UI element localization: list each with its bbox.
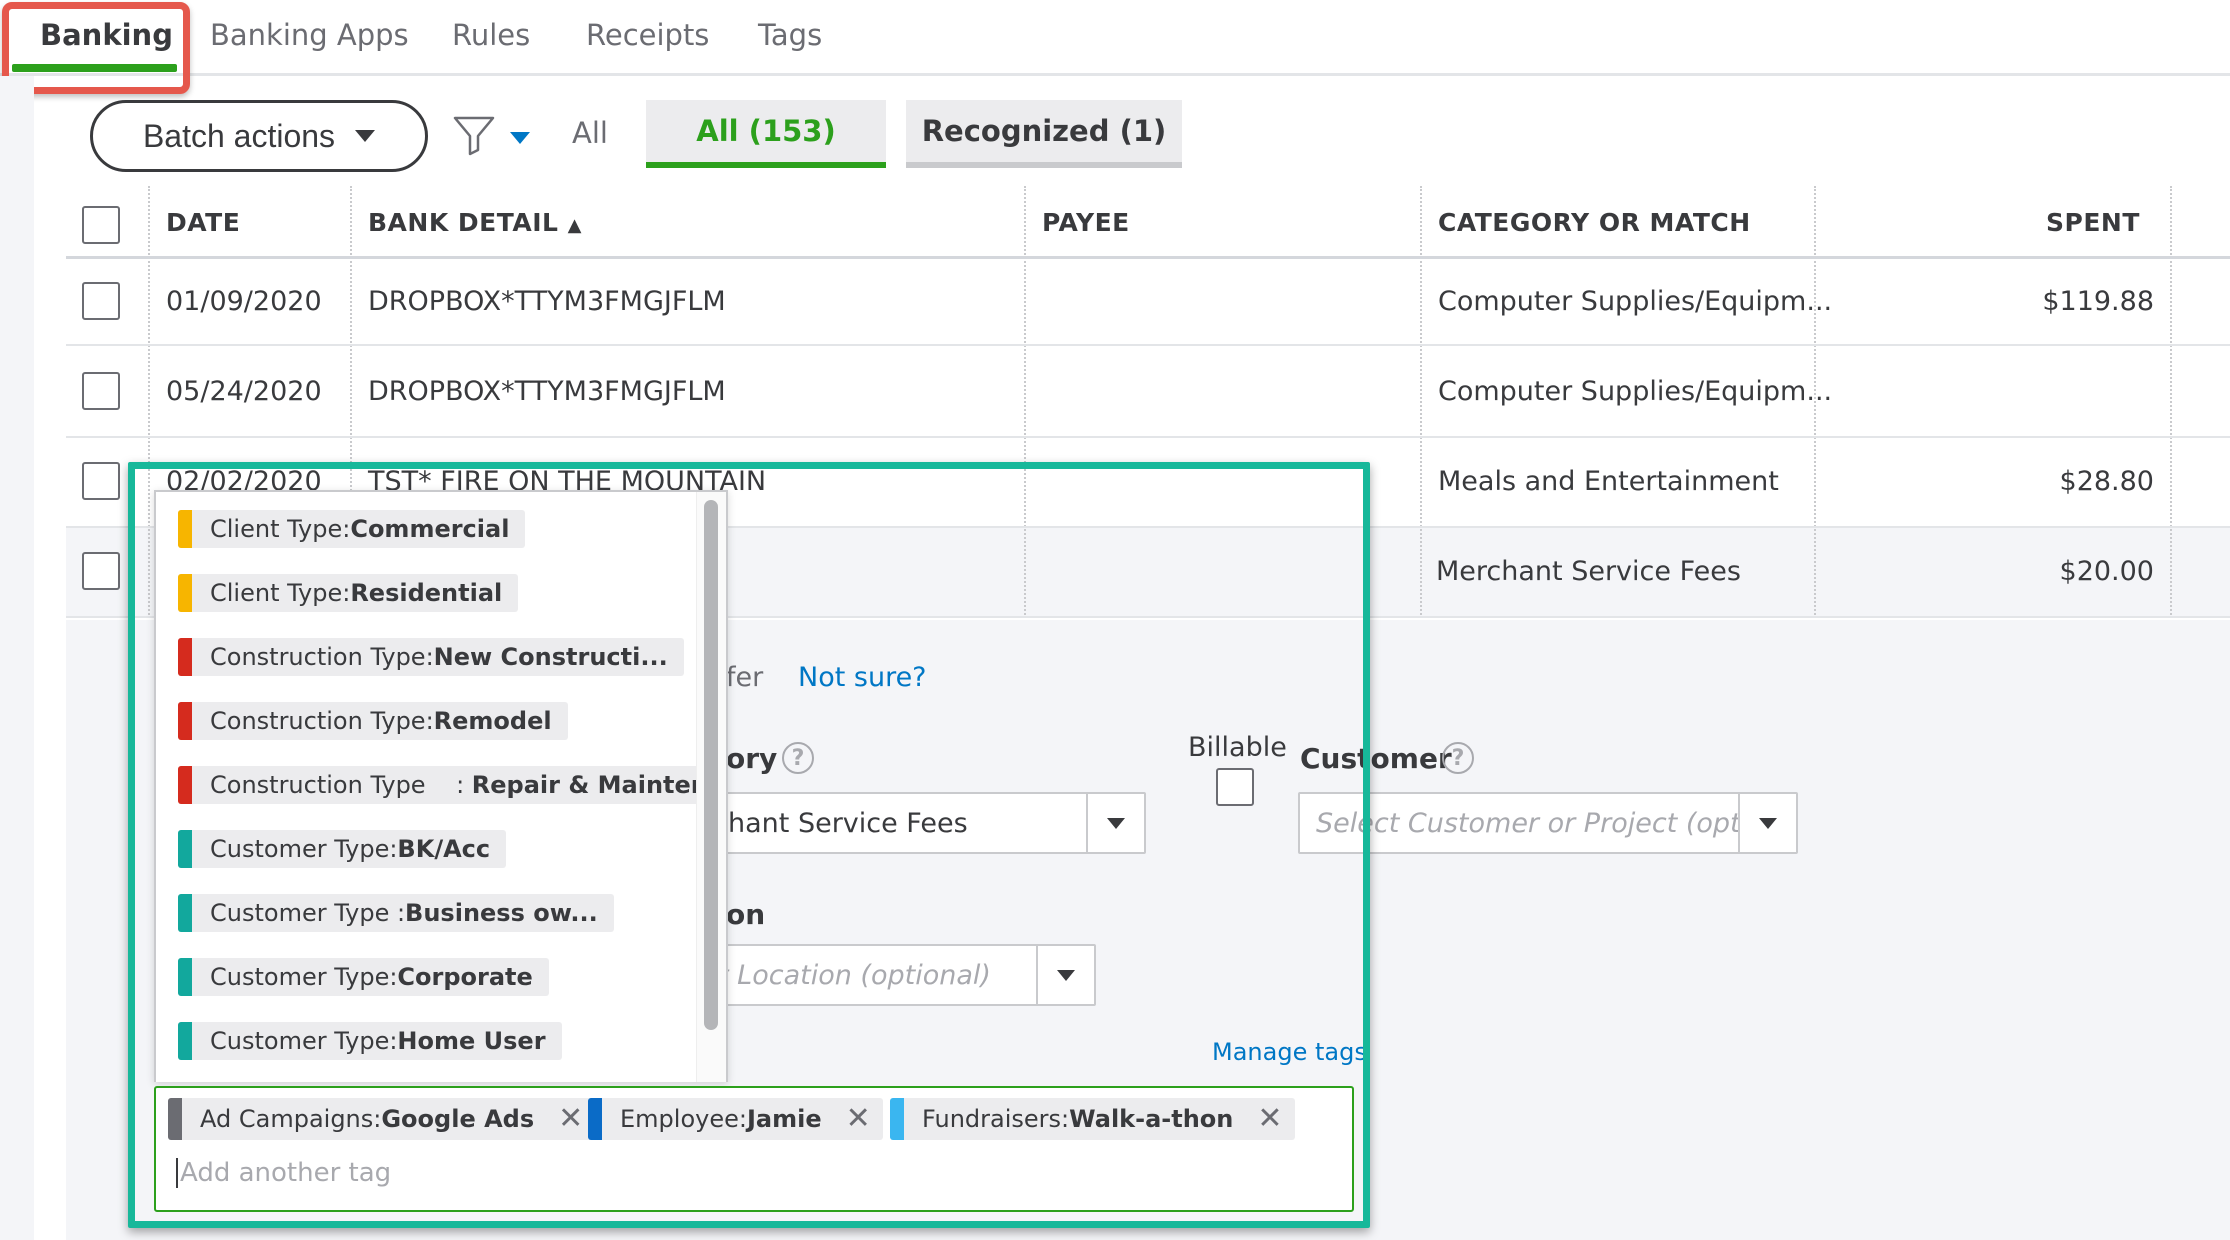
- category-select-value: hant Service Fees: [728, 807, 968, 839]
- row-category: Computer Supplies/Equipm...: [1438, 376, 1833, 407]
- question-circle-icon[interactable]: ?: [1442, 742, 1474, 774]
- customer-select-placeholder: Select Customer or Project (optional): [1316, 807, 1738, 839]
- sort-up-icon: ▲: [567, 215, 582, 236]
- tab-tags[interactable]: Tags: [758, 18, 822, 52]
- batch-actions-label: Batch actions: [142, 117, 336, 154]
- location-select-placeholder: t Location (optional): [718, 959, 991, 991]
- location-label: on: [726, 898, 766, 931]
- tag-color-swatch: [178, 894, 192, 932]
- header-spent[interactable]: SPENT: [2046, 208, 2140, 237]
- filter-all-label: All: [572, 116, 608, 150]
- filter-funnel-icon[interactable]: [452, 114, 496, 156]
- tab-receipts[interactable]: Receipts: [586, 18, 709, 52]
- tag-color-swatch: [178, 510, 192, 548]
- manage-tags-link[interactable]: Manage tags: [1212, 1038, 1367, 1066]
- tab-bar: Banking Banking Apps Rules Receipts Tags: [0, 0, 2230, 76]
- tab-rules[interactable]: Rules: [452, 18, 530, 52]
- header-category[interactable]: CATEGORY OR MATCH: [1438, 208, 1751, 237]
- selected-tag-chip: Ad Campaigns: Google Ads ✕: [168, 1098, 596, 1140]
- column-divider: [1024, 186, 1026, 618]
- row-bank-detail: DROPBOX*TTYM3FMGJFLM: [368, 286, 726, 317]
- tag-color-swatch: [168, 1098, 182, 1140]
- billable-label: Billable: [1188, 732, 1287, 763]
- tag-option[interactable]: Customer Type: BK/Acc: [178, 830, 507, 868]
- selected-tag-chip: Employee: Jamie ✕: [588, 1098, 883, 1140]
- segment-all[interactable]: All (153): [646, 100, 886, 168]
- row-category: Meals and Entertainment: [1438, 466, 1779, 497]
- chevron-down-icon[interactable]: [1036, 946, 1094, 1004]
- tag-color-swatch: [178, 766, 192, 804]
- selected-tag-chip: Fundraisers: Walk-a-thon ✕: [890, 1098, 1295, 1140]
- tag-option[interactable]: Client Type: Commercial: [178, 510, 526, 548]
- column-divider: [148, 186, 150, 618]
- tag-option[interactable]: Construction Type: New Constructi...: [178, 638, 684, 676]
- row-spent: $20.00: [2059, 556, 2154, 587]
- row-checkbox[interactable]: [82, 552, 120, 590]
- row-checkbox[interactable]: [82, 282, 120, 320]
- category-select[interactable]: hant Service Fees: [706, 792, 1146, 854]
- tag-color-swatch: [178, 574, 192, 612]
- tag-option[interactable]: Construction Type : Repair & Mainten...: [178, 766, 726, 804]
- close-x-icon[interactable]: ✕: [1257, 1104, 1282, 1134]
- header-divider: [66, 256, 2230, 259]
- row-divider: [66, 436, 2230, 438]
- row-date: 05/24/2020: [166, 376, 322, 407]
- chevron-down-icon[interactable]: [1738, 794, 1796, 852]
- not-sure-link[interactable]: Not sure?: [798, 662, 927, 693]
- row-checkbox[interactable]: [82, 372, 120, 410]
- billable-checkbox[interactable]: [1216, 768, 1254, 806]
- row-divider: [66, 344, 2230, 346]
- batch-actions-button[interactable]: Batch actions: [90, 100, 428, 172]
- tag-option[interactable]: Construction Type: Remodel: [178, 702, 568, 740]
- tag-color-swatch: [178, 830, 192, 868]
- tag-color-swatch: [178, 958, 192, 996]
- header-date[interactable]: DATE: [166, 208, 240, 237]
- tag-option[interactable]: Customer Type: Home User: [178, 1022, 562, 1060]
- row-checkbox[interactable]: [82, 462, 120, 500]
- tag-dropdown-list[interactable]: Client Type: Commercial Client Type: Res…: [154, 490, 728, 1082]
- transfer-option-label[interactable]: fer: [726, 662, 763, 693]
- tag-color-swatch: [178, 638, 192, 676]
- tag-color-swatch: [588, 1098, 602, 1140]
- category-label: ory: [726, 742, 778, 775]
- question-circle-icon[interactable]: ?: [782, 742, 814, 774]
- select-all-checkbox[interactable]: [82, 206, 120, 244]
- column-divider: [1420, 186, 1422, 618]
- location-select[interactable]: t Location (optional): [706, 944, 1096, 1006]
- chevron-down-icon[interactable]: [1086, 794, 1144, 852]
- header-bank-detail[interactable]: BANK DETAIL ▲: [368, 208, 582, 237]
- tag-option[interactable]: Client Type: Residential: [178, 574, 519, 612]
- close-x-icon[interactable]: ✕: [558, 1104, 583, 1134]
- row-spent: $119.88: [2042, 286, 2154, 317]
- dropdown-scrollbar[interactable]: [696, 492, 726, 1082]
- filter-dropdown-caret-icon[interactable]: [510, 132, 530, 144]
- column-divider: [2170, 186, 2172, 618]
- row-date: 01/09/2020: [166, 286, 322, 317]
- tag-color-swatch: [890, 1098, 904, 1140]
- close-x-icon[interactable]: ✕: [846, 1104, 871, 1134]
- row-spent: $28.80: [2059, 466, 2154, 497]
- row-category: Merchant Service Fees: [1436, 556, 1741, 587]
- header-payee[interactable]: PAYEE: [1042, 208, 1130, 237]
- row-category: Computer Supplies/Equipm...: [1438, 286, 1833, 317]
- tag-color-swatch: [178, 1022, 192, 1060]
- tag-option[interactable]: Customer Type: Corporate: [178, 958, 549, 996]
- tab-banking-apps[interactable]: Banking Apps: [210, 18, 409, 52]
- chevron-down-icon: [355, 130, 376, 142]
- tag-option[interactable]: Customer Type : Business ow...: [178, 894, 614, 932]
- segment-recognized[interactable]: Recognized (1): [906, 100, 1182, 168]
- left-gutter: [0, 76, 34, 1240]
- tags-input[interactable]: Ad Campaigns: Google Ads ✕ Employee: Jam…: [154, 1086, 1354, 1212]
- dropdown-scrollbar-thumb[interactable]: [704, 500, 718, 1030]
- add-tag-placeholder[interactable]: Add another tag: [176, 1158, 391, 1188]
- customer-select[interactable]: Select Customer or Project (optional): [1298, 792, 1798, 854]
- row-bank-detail: DROPBOX*TTYM3FMGJFLM: [368, 376, 726, 407]
- customer-label: Customer: [1300, 742, 1452, 775]
- tag-color-swatch: [178, 702, 192, 740]
